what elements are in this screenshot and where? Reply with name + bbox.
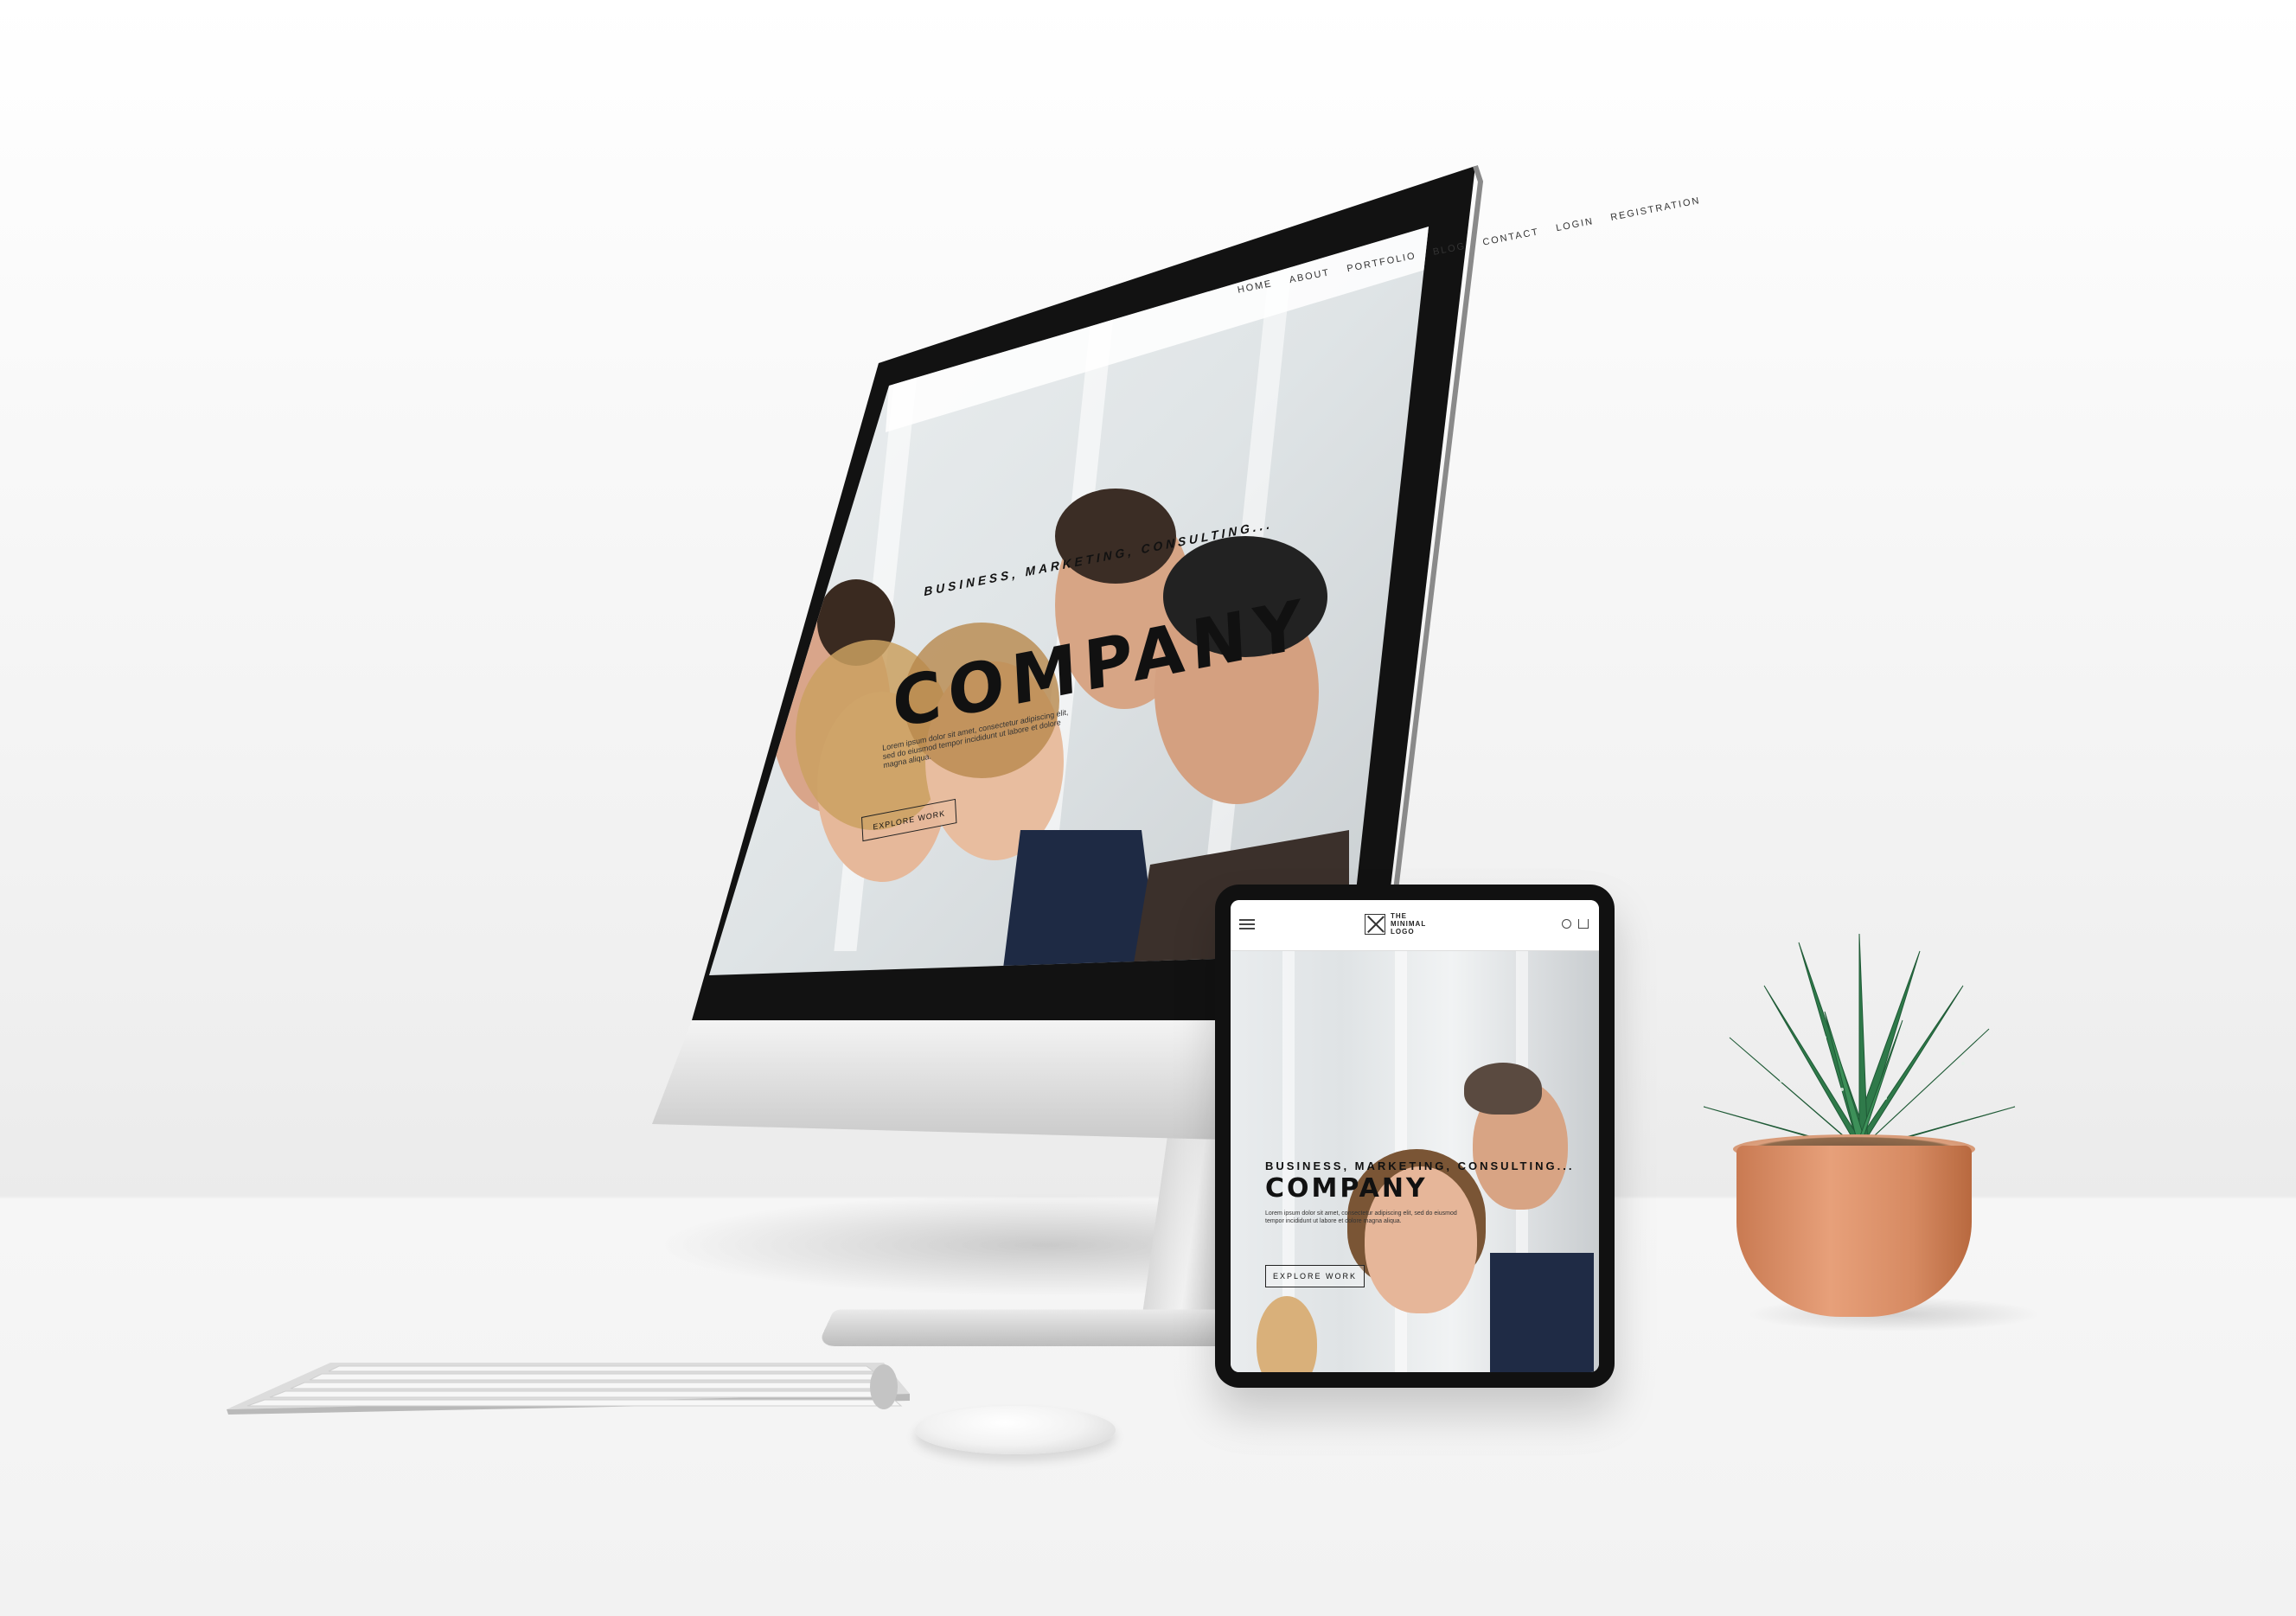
person-suit — [1490, 1253, 1594, 1372]
tablet-screen: THE MINIMAL LOGO BUSINESS, MARKETING, CO… — [1231, 900, 1599, 1372]
plant-pot — [1736, 1146, 1972, 1317]
search-icon[interactable] — [1562, 919, 1571, 929]
tablet-explore-button[interactable]: EXPLORE WORK — [1265, 1265, 1365, 1287]
monitor-title: COMPANY — [891, 584, 1311, 744]
monitor-nav: HOME ABOUT PORTFOLIO BLOG CONTACT LOGIN … — [1237, 195, 1701, 296]
nav-about[interactable]: ABOUT — [1289, 267, 1331, 285]
monitor-screen — [709, 227, 1429, 975]
tablet-tagline: BUSINESS, MARKETING, CONSULTING... — [1265, 1159, 1575, 1172]
person-face — [1257, 1296, 1317, 1372]
tablet-title: COMPANY — [1265, 1173, 1428, 1204]
nav-login[interactable]: LOGIN — [1555, 216, 1595, 233]
logo-text: THE MINIMAL LOGO — [1391, 912, 1427, 936]
cart-icon[interactable] — [1578, 919, 1589, 929]
logo-icon — [1365, 913, 1385, 935]
nav-registration[interactable]: REGISTRATION — [1609, 195, 1701, 223]
monitor-tagline: BUSINESS, MARKETING, CONSULTING... — [924, 516, 1274, 599]
nav-contact[interactable]: CONTACT — [1482, 227, 1540, 247]
tablet: THE MINIMAL LOGO BUSINESS, MARKETING, CO… — [1215, 885, 1615, 1388]
succulent-plant — [1703, 934, 2016, 1151]
tablet-header: THE MINIMAL LOGO — [1231, 900, 1599, 951]
monitor-explore-button[interactable]: EXPLORE WORK — [861, 798, 957, 842]
site-logo[interactable]: THE MINIMAL LOGO — [1365, 912, 1425, 936]
nav-home[interactable]: HOME — [1237, 278, 1274, 296]
scene: HOME ABOUT PORTFOLIO BLOG CONTACT LOGIN … — [0, 0, 2296, 1616]
mouse — [915, 1406, 1116, 1454]
person-hair — [1464, 1063, 1542, 1115]
keyboard — [227, 1363, 910, 1415]
nav-blog[interactable]: BLOG — [1432, 241, 1467, 258]
nav-portfolio[interactable]: PORTFOLIO — [1346, 251, 1417, 274]
monitor-body-text: Lorem ipsum dolor sit amet, consectetur … — [882, 707, 1069, 770]
tablet-body-text: Lorem ipsum dolor sit amet, consectetur … — [1265, 1210, 1457, 1224]
menu-icon[interactable] — [1239, 919, 1255, 932]
